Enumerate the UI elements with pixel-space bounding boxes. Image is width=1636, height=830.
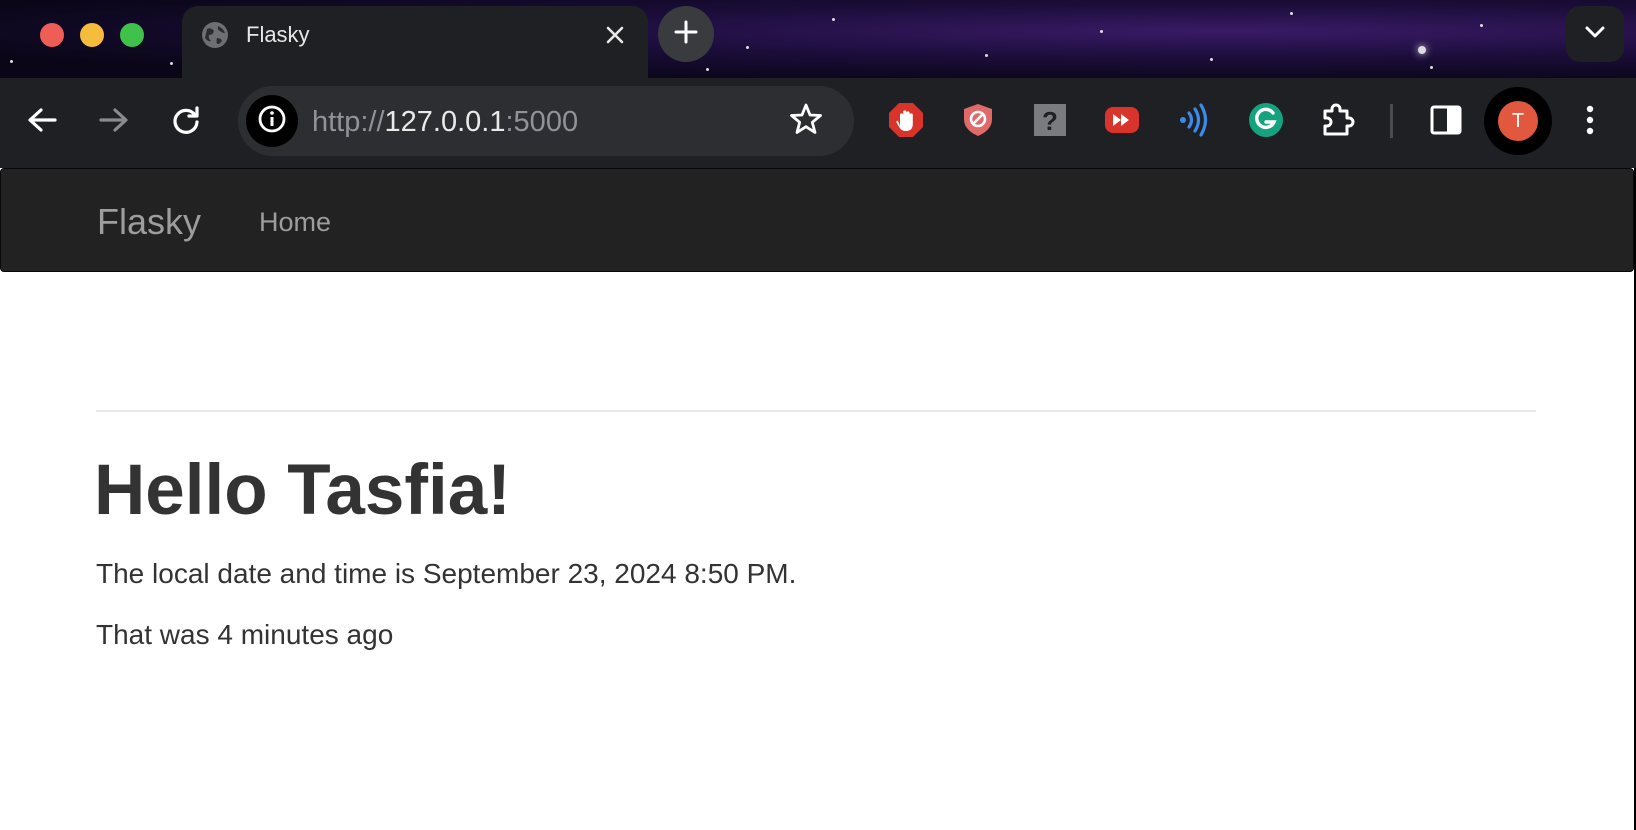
- help-icon: ?: [1033, 103, 1067, 142]
- fast-forward-icon: [1104, 106, 1140, 139]
- header-divider: [96, 410, 1536, 412]
- background-star: [1430, 66, 1433, 69]
- plus-icon: [674, 20, 698, 49]
- background-star: [1290, 12, 1293, 15]
- reload-icon: [171, 105, 201, 140]
- chevron-down-icon: [1584, 25, 1606, 44]
- tab-strip: Flasky: [0, 0, 1636, 78]
- browser-menu-button[interactable]: [1566, 98, 1614, 146]
- navbar-brand-link[interactable]: Flasky: [97, 202, 201, 242]
- extension-help[interactable]: ?: [1026, 98, 1074, 146]
- profile-button[interactable]: T: [1484, 87, 1552, 155]
- close-icon[interactable]: [600, 20, 630, 50]
- kebab-menu-icon: [1585, 104, 1595, 141]
- background-star: [1100, 30, 1103, 33]
- background-star: [170, 62, 173, 65]
- arrow-right-icon: [99, 107, 129, 138]
- background-star: [1480, 24, 1483, 27]
- background-star: [832, 18, 835, 21]
- grammarly-icon: [1248, 102, 1284, 143]
- side-panel-icon: [1430, 105, 1462, 140]
- forward-button[interactable]: [90, 98, 138, 146]
- adblock-hand-icon: [888, 102, 924, 143]
- url-host: 127.0.0.1: [384, 106, 506, 138]
- back-button[interactable]: [18, 98, 66, 146]
- wave-icon: [1176, 102, 1212, 143]
- star-icon: [789, 102, 823, 141]
- extension-shield-blocker[interactable]: [954, 98, 1002, 146]
- background-star: [1210, 58, 1213, 61]
- extension-adblock[interactable]: [882, 98, 930, 146]
- avatar: T: [1498, 101, 1538, 141]
- background-star: [10, 60, 13, 63]
- tab-flasky[interactable]: Flasky: [182, 6, 648, 78]
- background-star: [706, 68, 709, 71]
- arrow-left-icon: [27, 107, 57, 138]
- puzzle-icon: [1319, 101, 1357, 144]
- browser-toolbar: http://127.0.0.1:5000 ? T: [0, 78, 1636, 168]
- page-title: Hello Tasfia!: [94, 451, 511, 530]
- window-maximize-button[interactable]: [120, 23, 144, 47]
- side-panel-button[interactable]: [1422, 98, 1470, 146]
- url-port: :5000: [505, 106, 579, 138]
- reload-button[interactable]: [162, 98, 210, 146]
- url-scheme: http://: [312, 106, 385, 138]
- relative-time-text: That was 4 minutes ago: [96, 619, 394, 650]
- extensions-button[interactable]: [1314, 98, 1362, 146]
- globe-icon: [200, 20, 230, 50]
- extension-grammarly[interactable]: [1242, 98, 1290, 146]
- background-star: [746, 46, 749, 49]
- site-navbar: Flasky Home: [0, 168, 1634, 272]
- tab-search-button[interactable]: [1566, 6, 1624, 62]
- site-info-button[interactable]: [246, 95, 298, 147]
- background-star: [1418, 46, 1426, 54]
- page-viewport: Flasky Home Hello Tasfia! The local date…: [0, 168, 1634, 830]
- background-star: [985, 54, 988, 57]
- tab-title: Flasky: [246, 22, 310, 47]
- toolbar-divider: [1390, 104, 1393, 138]
- new-tab-button[interactable]: [658, 6, 714, 62]
- extension-wave[interactable]: [1170, 98, 1218, 146]
- extension-fast-forward[interactable]: [1098, 98, 1146, 146]
- address-bar[interactable]: http://127.0.0.1:5000: [238, 86, 854, 156]
- url-text[interactable]: http://127.0.0.1:5000: [312, 106, 578, 138]
- window-close-button[interactable]: [40, 23, 64, 47]
- svg-text:?: ?: [1042, 106, 1058, 136]
- info-icon: [257, 104, 287, 139]
- bookmark-button[interactable]: [786, 101, 826, 141]
- shield-block-icon: [960, 102, 996, 143]
- nav-home-link[interactable]: Home: [259, 206, 331, 238]
- window-minimize-button[interactable]: [80, 23, 104, 47]
- local-time-text: The local date and time is September 23,…: [96, 558, 797, 589]
